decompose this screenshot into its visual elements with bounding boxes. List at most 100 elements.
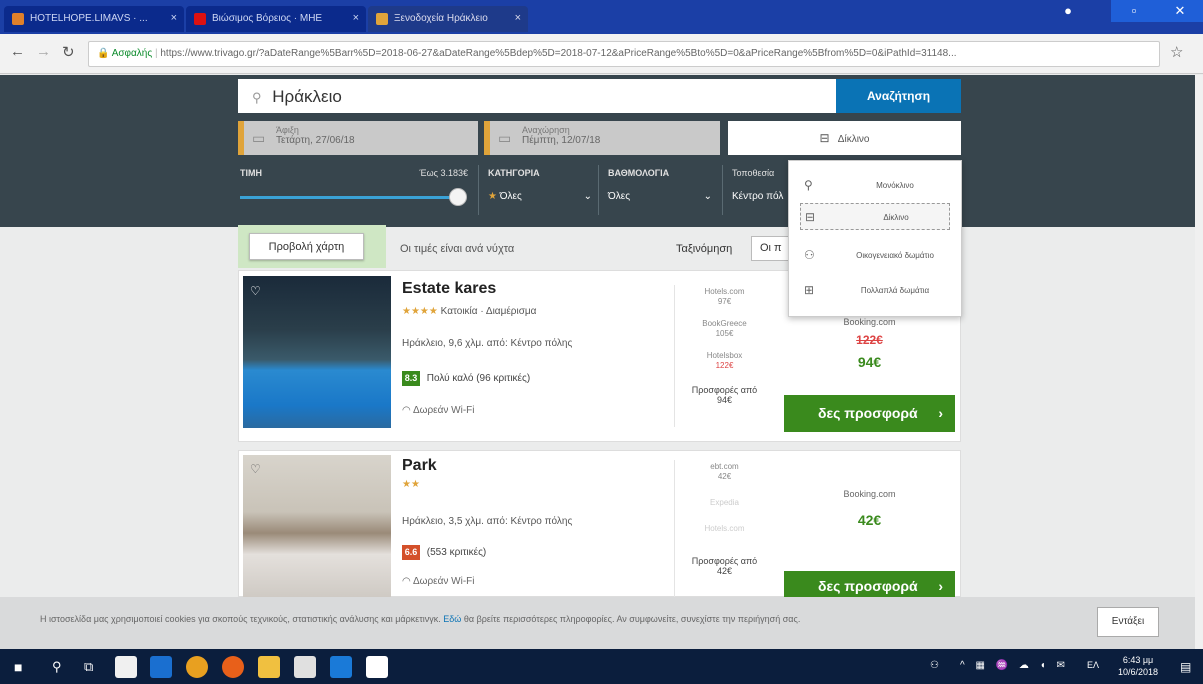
- restore-window-button[interactable]: ▫: [1111, 0, 1157, 22]
- windows-start-icon[interactable]: ■: [14, 659, 22, 675]
- tab-title: Βιώσιμος Βόρειος · ΜΗΕ: [212, 13, 323, 24]
- location-filter-select[interactable]: Κέντρο πόλ: [732, 191, 788, 202]
- checkin-field[interactable]: ▭ Άφιξη Τετάρτη, 27/06/18: [238, 121, 478, 155]
- checkout-date: Πέμπτη, 12/07/18: [522, 135, 601, 146]
- rating-filter-select[interactable]: Όλες ⌄: [608, 191, 712, 202]
- category-filter-select[interactable]: ★ Όλες ⌄: [488, 191, 592, 202]
- other-offers[interactable]: ebt.com 42€ Expedia Hotels.com Προσφορές…: [674, 460, 774, 597]
- close-tab-icon[interactable]: ×: [515, 12, 521, 24]
- price-filter-label: ΤΙΜΗ: [240, 168, 262, 178]
- price-slider-handle[interactable]: [449, 188, 467, 206]
- page-scrollbar[interactable]: [1195, 75, 1203, 649]
- forward-icon[interactable]: →: [36, 43, 51, 60]
- other-offers[interactable]: Hotels.com 97€ BookGreece 105€ Hotelsbox…: [674, 285, 774, 427]
- store-icon[interactable]: [115, 656, 137, 678]
- sort-select[interactable]: Οι π: [751, 236, 791, 261]
- offers-from-price: 42€: [716, 566, 733, 576]
- room-option-label: Δίκλινο: [883, 213, 909, 222]
- room-option-single[interactable]: ⚲ Μονόκλινο: [800, 172, 950, 199]
- checkout-label: Αναχώρηση: [522, 125, 570, 135]
- firefox-icon[interactable]: [222, 656, 244, 678]
- rating-score: 8.3: [402, 371, 420, 386]
- cookie-info-link[interactable]: Εδώ: [443, 614, 461, 624]
- people-icon[interactable]: ⚇: [930, 660, 939, 671]
- destination-search-input[interactable]: ⚲ Ηράκλειο: [238, 79, 836, 113]
- offer-price: 42€: [717, 472, 732, 481]
- document-icon[interactable]: [366, 656, 388, 678]
- single-bed-icon: ⚲: [804, 178, 813, 192]
- checkout-field[interactable]: ▭ Αναχώρηση Πέμπτη, 12/07/18: [484, 121, 720, 155]
- amenity: ◠ Δωρεάν Wi-Fi: [402, 576, 474, 587]
- amenity-label: Δωρεάν Wi-Fi: [412, 576, 475, 587]
- tab-title: HOTELHOPE.LIMAVS · ...: [30, 13, 148, 24]
- search-query: Ηράκλειο: [272, 87, 342, 106]
- favorite-heart-icon[interactable]: ♡: [250, 284, 264, 298]
- reload-icon[interactable]: ↻: [62, 43, 75, 61]
- room-type-select[interactable]: ⊟ Δίκλινο: [728, 121, 961, 155]
- back-icon[interactable]: ←: [10, 43, 25, 60]
- browser-tab[interactable]: Βιώσιμος Βόρειος · ΜΗΕ ×: [186, 6, 366, 32]
- offer-site: Hotels.com: [704, 524, 745, 533]
- room-option-double[interactable]: ⊟ Δίκλινο: [800, 203, 950, 230]
- browser-tab-active[interactable]: Ξενοδοχεία Ηράκλειο ×: [368, 6, 528, 32]
- youtube-icon: [194, 13, 206, 25]
- hotel-photo[interactable]: [243, 276, 391, 428]
- hotel-category: ★★: [402, 479, 420, 490]
- file-explorer-icon[interactable]: [258, 656, 280, 678]
- lock-icon: 🔒: [97, 48, 110, 59]
- app-icon[interactable]: [330, 656, 352, 678]
- hotel-photo[interactable]: [243, 455, 391, 597]
- system-tray-icons[interactable]: ^ ▦ ♒ ☁ ◖ ✉: [960, 660, 1069, 671]
- room-option-family[interactable]: ⚇ Οικογενειακό δωμάτιο: [800, 242, 950, 269]
- close-window-button[interactable]: ✕: [1157, 0, 1203, 22]
- show-map-button[interactable]: Προβολή χάρτη: [249, 233, 364, 260]
- rating-filter-label: ΒΑΘΜΟΛΟΓΙΑ: [608, 168, 670, 178]
- offer-price: 122€: [715, 361, 734, 370]
- bookmark-star-icon[interactable]: ☆: [1170, 43, 1183, 61]
- main-offer-site: Booking.com: [843, 489, 896, 499]
- price-slider-track[interactable]: [240, 196, 460, 199]
- offer-site: Expedia: [710, 498, 739, 507]
- amenity-label: Δωρεάν Wi-Fi: [412, 405, 475, 416]
- chevron-down-icon: ⌄: [583, 191, 592, 202]
- room-option-label: Πολλαπλά δωμάτια: [860, 286, 930, 295]
- search-icon[interactable]: ⚲: [52, 659, 62, 675]
- rating-score: 6.6: [402, 545, 420, 560]
- wifi-icon: ◠: [402, 576, 411, 587]
- tab-title: Ξενοδοχεία Ηράκλειο: [394, 13, 488, 24]
- clock-time: 6:43 μμ: [1122, 655, 1154, 665]
- room-option-multiple[interactable]: ⊞ Πολλαπλά δωμάτια: [800, 277, 950, 304]
- browser-tab[interactable]: HOTELHOPE.LIMAVS · ... ×: [4, 6, 184, 32]
- view-deal-button[interactable]: δες προσφορά ›: [784, 571, 955, 597]
- hotel-rating[interactable]: 8.3 Πολύ καλό (96 κριτικές): [402, 371, 530, 386]
- close-tab-icon[interactable]: ×: [171, 12, 177, 24]
- taskbar-clock[interactable]: 6:43 μμ 10/6/2018: [1118, 654, 1158, 678]
- url-input[interactable]: 🔒 Ασφαλής | https://www.trivago.gr/?aDat…: [88, 41, 1160, 67]
- hotel-rating[interactable]: 6.6 (553 κριτικές): [402, 545, 486, 560]
- main-offer-site: Booking.com: [843, 317, 896, 327]
- multiple-rooms-icon: ⊞: [804, 283, 815, 297]
- rating-filter-value: Όλες: [608, 191, 631, 202]
- calendar-icon: ▭: [498, 130, 512, 146]
- double-bed-icon: ⊟: [819, 131, 830, 145]
- chrome-icon[interactable]: [186, 656, 208, 678]
- main-price: 42€: [857, 512, 882, 528]
- hotel-name[interactable]: Park: [402, 457, 437, 475]
- search-icon: ⚲: [252, 90, 262, 105]
- mail-icon[interactable]: [294, 656, 316, 678]
- profile-icon[interactable]: ●: [1045, 0, 1091, 22]
- hotel-name[interactable]: Estate kares: [402, 280, 496, 298]
- favorite-heart-icon[interactable]: ♡: [250, 462, 264, 476]
- hotel-location: Ηράκλειο, 3,5 χλμ. από: Κέντρο πόλης: [402, 516, 573, 527]
- category-filter-label: ΚΑΤΗΓΟΡΙΑ: [488, 168, 540, 178]
- search-button[interactable]: Αναζήτηση: [836, 79, 961, 113]
- edge-icon[interactable]: [150, 656, 172, 678]
- input-language[interactable]: ΕΛ: [1087, 660, 1099, 670]
- star-icon: ★: [488, 191, 497, 202]
- close-tab-icon[interactable]: ×: [353, 12, 359, 24]
- cookie-accept-button[interactable]: Εντάξει: [1097, 607, 1159, 637]
- view-deal-button[interactable]: δες προσφορά ›: [784, 395, 955, 432]
- task-view-icon[interactable]: ⧉: [84, 659, 93, 675]
- notifications-icon[interactable]: ▤: [1180, 660, 1191, 674]
- offers-from-label: Προσφορές από: [691, 385, 758, 395]
